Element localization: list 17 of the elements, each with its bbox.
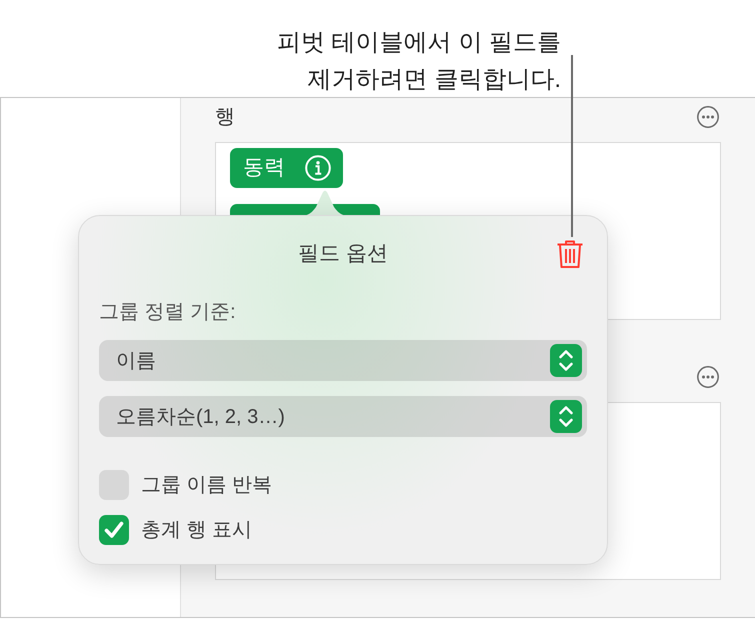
sort-label: 그룹 정렬 기준: [99,301,236,323]
more-options-icon[interactable] [697,106,719,128]
info-icon[interactable] [305,155,331,181]
sort-select[interactable]: 오름차순(1, 2, 3…) [99,396,587,437]
callout-text: 피벗 테이블에서 이 필드를 제거하려면 클릭합니다. [276,28,561,95]
sort-select[interactable]: 이름 [99,340,587,381]
checkbox-label: 총계 행 표시 [141,518,252,542]
checkbox-label: 그룹 이름 반복 [141,473,272,497]
checkbox[interactable] [99,470,129,500]
section-title: 행 [215,105,235,129]
field-label: 동력 [243,155,285,181]
more-options-icon[interactable] [697,366,719,388]
trash-icon[interactable] [556,239,584,269]
checkbox[interactable] [99,515,129,545]
up-down-chevrons-icon[interactable] [550,400,582,433]
up-down-chevrons-icon[interactable] [550,344,582,377]
popover-title: 필드 옵션 [298,241,388,267]
